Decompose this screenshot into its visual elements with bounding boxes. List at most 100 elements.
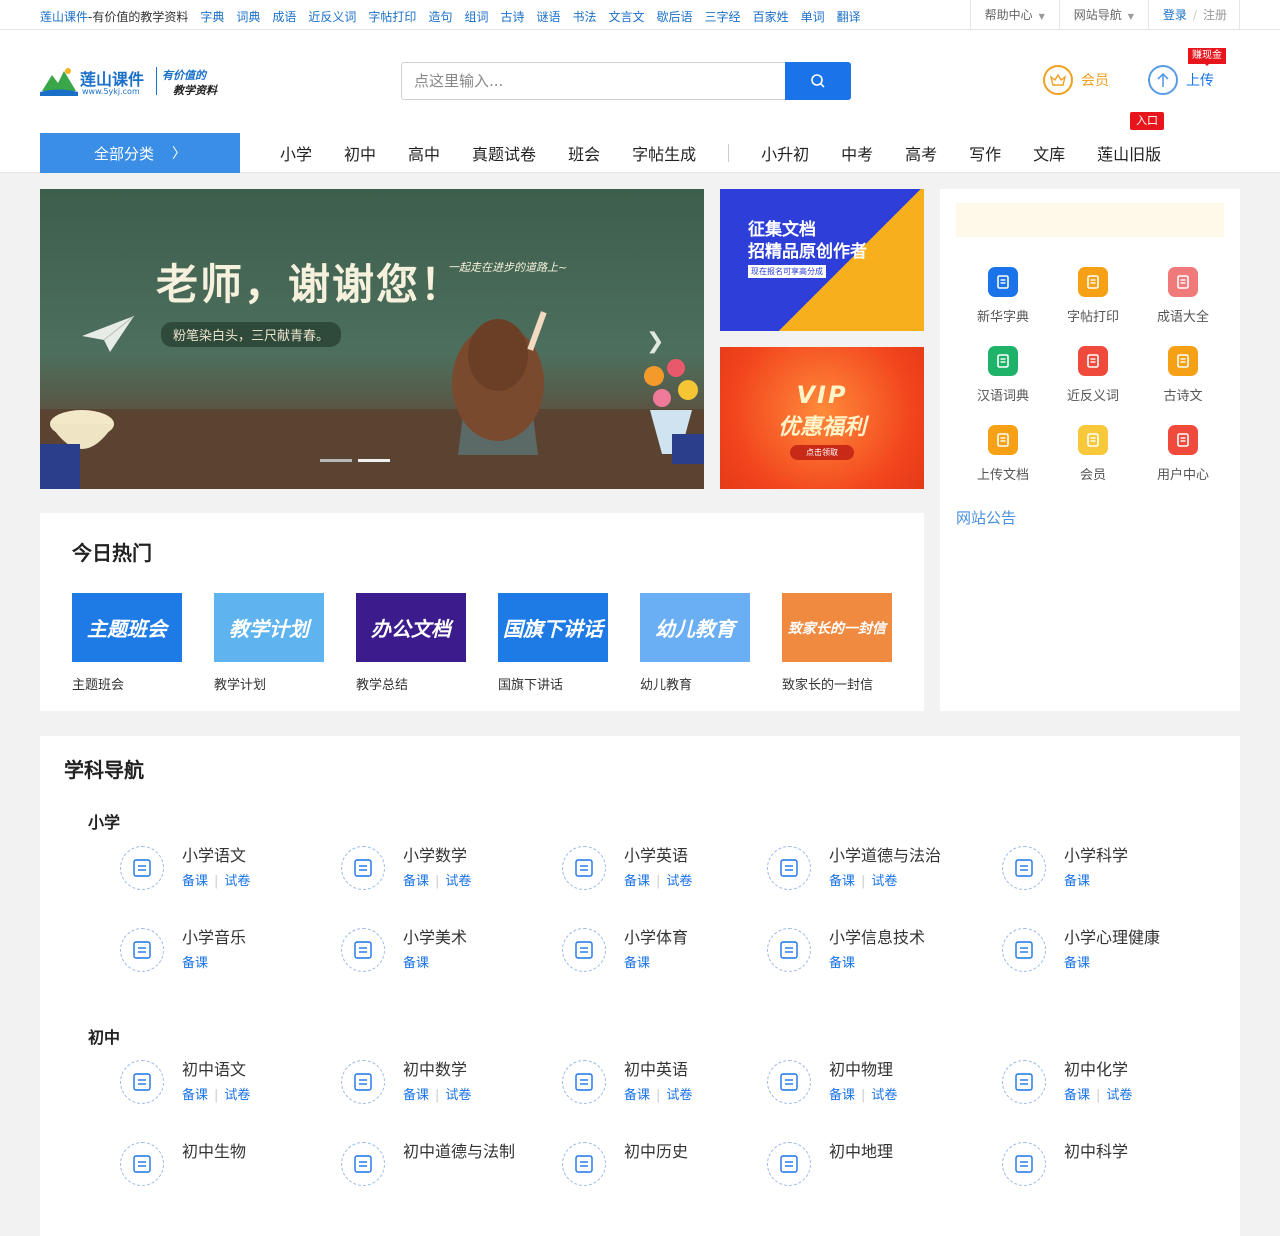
subject-link[interactable]: 备课 — [1064, 1088, 1090, 1103]
nav-item[interactable]: 班会 — [568, 141, 600, 165]
search-button[interactable] — [785, 62, 851, 100]
subject-link[interactable]: 试卷 — [666, 1088, 692, 1103]
quick-link[interactable]: 组词 — [464, 10, 488, 24]
quick-link[interactable]: 翻译 — [837, 10, 861, 24]
quick-link[interactable]: 三字经 — [705, 10, 741, 24]
hero-banner[interactable]: 老师，谢谢您！ 一起走在进步的道路上~ 粉笔染白头，三尺献青春。 ❯ — [40, 189, 704, 489]
quick-link[interactable]: 字典 — [200, 10, 224, 24]
subject-item[interactable]: 小学语文 备课 | 试卷 — [120, 846, 250, 890]
subject-link[interactable]: 备课 — [182, 1088, 208, 1103]
nav-item[interactable]: 字帖生成 — [632, 141, 696, 165]
subject-link[interactable]: 试卷 — [224, 874, 250, 889]
quick-link[interactable]: 词典 — [236, 10, 260, 24]
subject-item[interactable]: 小学道德与法治 备课 | 试卷 — [767, 846, 941, 890]
nav-item[interactable]: 写作 — [969, 141, 1001, 165]
tool-item[interactable]: 会员 — [1048, 425, 1138, 504]
nav-item[interactable]: 中考 — [841, 141, 873, 165]
site-logo[interactable]: 莲山课件 www.5ykj.com 有价值的 教学资料 — [40, 63, 230, 99]
register-link[interactable]: 注册 — [1203, 0, 1240, 30]
subject-link[interactable]: 备课 — [624, 874, 650, 889]
ad-vip-benefits[interactable]: VIP 优惠福利 点击领取 — [720, 347, 924, 489]
subject-item[interactable]: 初中数学 备课 | 试卷 — [341, 1060, 471, 1104]
quick-link[interactable]: 百家姓 — [753, 10, 789, 24]
subject-link[interactable]: 试卷 — [445, 1088, 471, 1103]
tool-item[interactable]: 近反义词 — [1048, 346, 1138, 425]
quick-link[interactable]: 单词 — [801, 10, 825, 24]
quick-link[interactable]: 造句 — [428, 10, 452, 24]
quick-link[interactable]: 书法 — [573, 10, 597, 24]
tool-item[interactable]: 汉语词典 — [958, 346, 1048, 425]
brand-link[interactable]: 莲山课件 — [40, 10, 88, 24]
subject-item[interactable]: 小学美术 备课 — [341, 928, 467, 972]
subject-item[interactable]: 初中科学 — [1002, 1142, 1128, 1186]
subject-link[interactable]: 试卷 — [871, 1088, 897, 1103]
login-link[interactable]: 登录 — [1147, 0, 1187, 30]
subject-link[interactable]: 试卷 — [445, 874, 471, 889]
search-input[interactable] — [401, 62, 785, 100]
carousel-dot[interactable] — [320, 459, 352, 462]
ad-call-for-authors[interactable]: 征集文档 招精品原创作者 现在报名可享高分成 — [720, 189, 924, 331]
carousel-dot-active[interactable] — [358, 459, 390, 462]
subject-item[interactable]: 小学科学 备课 — [1002, 846, 1128, 890]
subject-link[interactable]: 备课 — [403, 1088, 429, 1103]
quick-link[interactable]: 谜语 — [536, 10, 560, 24]
announcement-link[interactable]: 网站公告 — [956, 507, 1016, 528]
nav-item[interactable]: 初中 — [344, 141, 376, 165]
hot-card[interactable]: 教学计划 教学计划 — [214, 593, 324, 693]
all-categories-button[interactable]: 全部分类 〉 — [40, 133, 240, 173]
tool-item[interactable]: 新华字典 — [958, 267, 1048, 346]
nav-item[interactable]: 真题试卷 — [472, 141, 536, 165]
subject-link[interactable]: 备课 — [624, 956, 650, 971]
tool-item[interactable]: 古诗文 — [1138, 346, 1228, 425]
nav-item[interactable]: 高中 — [408, 141, 440, 165]
nav-item[interactable]: 莲山旧版 — [1097, 141, 1161, 165]
subject-link[interactable]: 备课 — [403, 956, 429, 971]
subject-item[interactable]: 小学信息技术 备课 — [767, 928, 925, 972]
quick-link[interactable]: 歇后语 — [657, 10, 693, 24]
ad2-cta-button[interactable]: 点击领取 — [790, 445, 854, 460]
hot-card[interactable]: 幼儿教育 幼儿教育 — [640, 593, 750, 693]
quick-link[interactable]: 近反义词 — [308, 10, 356, 24]
vip-button[interactable]: 会员 — [1043, 65, 1109, 95]
subject-item[interactable]: 初中历史 — [562, 1142, 688, 1186]
subject-link[interactable]: 备课 — [829, 874, 855, 889]
subject-item[interactable]: 初中英语 备课 | 试卷 — [562, 1060, 692, 1104]
hot-card[interactable]: 国旗下讲话 国旗下讲话 — [498, 593, 608, 693]
subject-link[interactable]: 试卷 — [224, 1088, 250, 1103]
quick-link[interactable]: 古诗 — [500, 10, 524, 24]
subject-item[interactable]: 初中物理 备课 | 试卷 — [767, 1060, 897, 1104]
help-center-dropdown[interactable]: 帮助中心 ▼ — [969, 0, 1059, 30]
nav-item[interactable]: 高考 — [905, 141, 937, 165]
tool-item[interactable]: 字帖打印 — [1048, 267, 1138, 346]
subject-item[interactable]: 初中化学 备课 | 试卷 — [1002, 1060, 1132, 1104]
subject-link[interactable]: 备课 — [1064, 956, 1090, 971]
subject-link[interactable]: 备课 — [829, 956, 855, 971]
nav-item[interactable]: 文库 — [1033, 141, 1065, 165]
subject-item[interactable]: 小学心理健康 备课 — [1002, 928, 1160, 972]
hot-card[interactable]: 办公文档 教学总结 — [356, 593, 466, 693]
subject-item[interactable]: 初中生物 — [120, 1142, 246, 1186]
carousel-next-icon[interactable]: ❯ — [646, 329, 664, 354]
subject-link[interactable]: 备课 — [1064, 874, 1090, 889]
subject-item[interactable]: 小学体育 备课 — [562, 928, 688, 972]
tool-item[interactable]: 用户中心 — [1138, 425, 1228, 504]
site-nav-dropdown[interactable]: 网站导航 ▼ — [1058, 0, 1148, 30]
subject-item[interactable]: 初中道德与法制 — [341, 1142, 515, 1186]
subject-link[interactable]: 备课 — [829, 1088, 855, 1103]
hot-card[interactable]: 主题班会 主题班会 — [72, 593, 182, 693]
subject-item[interactable]: 小学英语 备课 | 试卷 — [562, 846, 692, 890]
quick-link[interactable]: 成语 — [272, 10, 296, 24]
upload-button[interactable]: 上传 — [1148, 65, 1214, 95]
subject-item[interactable]: 初中语文 备课 | 试卷 — [120, 1060, 250, 1104]
subject-link[interactable]: 试卷 — [871, 874, 897, 889]
quick-link[interactable]: 字帖打印 — [368, 10, 416, 24]
nav-item[interactable]: 小学 — [280, 141, 312, 165]
subject-item[interactable]: 小学音乐 备课 — [120, 928, 246, 972]
subject-link[interactable]: 试卷 — [666, 874, 692, 889]
subject-item[interactable]: 小学数学 备课 | 试卷 — [341, 846, 471, 890]
subject-link[interactable]: 试卷 — [1106, 1088, 1132, 1103]
subject-link[interactable]: 备课 — [182, 874, 208, 889]
quick-link[interactable]: 文言文 — [609, 10, 645, 24]
subject-link[interactable]: 备课 — [182, 956, 208, 971]
nav-item[interactable]: 小升初 — [761, 141, 809, 165]
